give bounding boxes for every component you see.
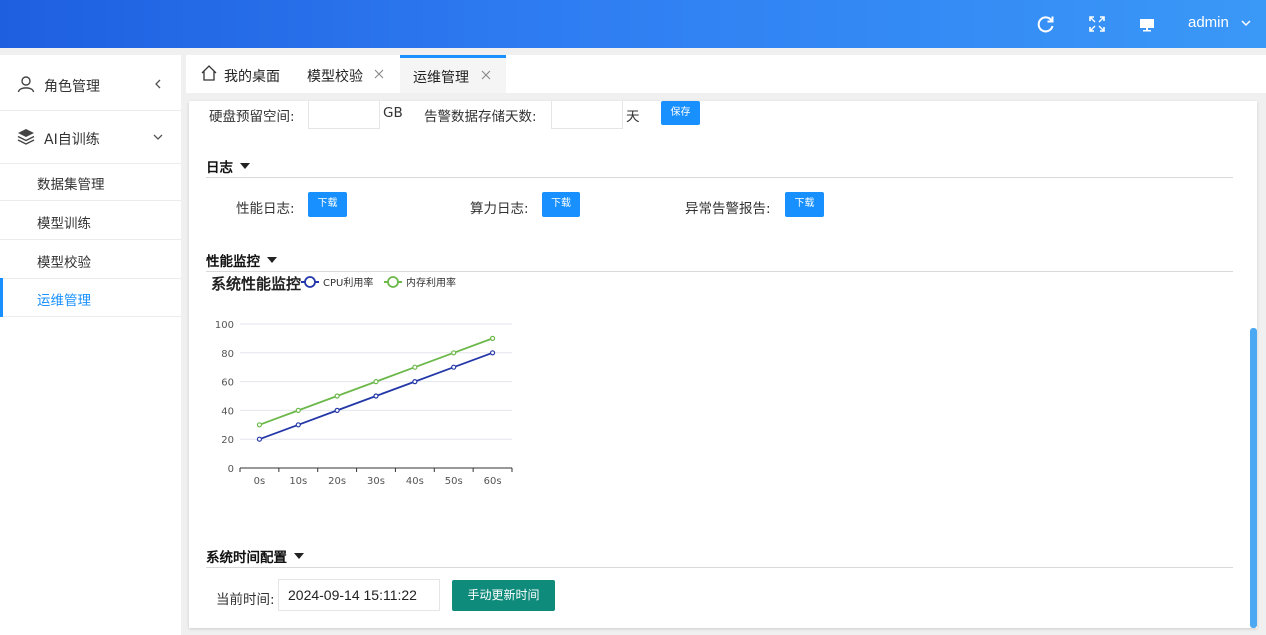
- refresh-icon[interactable]: [1036, 14, 1056, 34]
- caret-down-icon: [267, 257, 277, 263]
- x-tick-label: 0s: [254, 476, 266, 487]
- chart-series: [256, 335, 496, 442]
- data-point: [489, 335, 496, 342]
- x-tick-label: 40s: [406, 476, 424, 487]
- content-scrollbar[interactable]: [1250, 328, 1257, 628]
- data-point: [373, 393, 379, 399]
- user-icon: [17, 76, 35, 93]
- y-tick-label: 80: [221, 349, 234, 360]
- data-point: [295, 422, 301, 428]
- alarm-days-unit: 天: [626, 109, 640, 125]
- legend-label: CPU利用率: [323, 276, 373, 289]
- sidebar-item-label: 数据集管理: [37, 177, 105, 193]
- sidebar-item-label: AI自训练: [44, 132, 100, 148]
- sidebar-item-model-validation[interactable]: 模型校验: [0, 240, 181, 279]
- section-title: 系统时间配置: [206, 550, 287, 566]
- x-tick-label: 20s: [328, 476, 346, 487]
- chart-title: 系统性能监控: [211, 275, 301, 293]
- close-icon[interactable]: [481, 70, 491, 80]
- tab-label: 运维管理: [413, 70, 469, 86]
- sidebar-item-label: 模型训练: [37, 216, 91, 232]
- x-tick-label: 60s: [484, 476, 502, 487]
- current-time-input[interactable]: 2024-09-14 15:11:22: [278, 579, 440, 611]
- sidebar-item-label: 角色管理: [44, 79, 100, 95]
- tab-bar: 我的桌面 模型校验 运维管理: [186, 55, 1266, 93]
- tab-my-desktop[interactable]: 我的桌面: [196, 55, 296, 93]
- disk-reserve-input[interactable]: [308, 101, 380, 129]
- y-tick-label: 60: [221, 378, 234, 389]
- sidebar-item-role-management[interactable]: 角色管理: [0, 58, 181, 111]
- sidebar-item-datasets[interactable]: 数据集管理: [0, 162, 181, 201]
- data-point: [412, 364, 418, 370]
- sidebar-item-ops-management[interactable]: 运维管理: [0, 278, 181, 317]
- chevron-down-icon: [153, 134, 163, 140]
- alarm-days-label: 告警数据存储天数:: [424, 109, 537, 125]
- close-icon[interactable]: [374, 69, 384, 79]
- caret-down-icon: [240, 163, 250, 169]
- tab-label: 模型校验: [307, 69, 363, 85]
- caret-down-icon: [294, 553, 304, 559]
- layers-icon: [17, 129, 35, 145]
- chevron-left-icon: [155, 79, 161, 89]
- data-point: [412, 378, 418, 385]
- data-point: [489, 350, 496, 356]
- tab-ops-management[interactable]: 运维管理: [400, 55, 506, 93]
- x-tick-label: 50s: [445, 476, 463, 487]
- x-tick-label: 10s: [289, 476, 307, 487]
- update-time-button[interactable]: 手动更新时间: [452, 580, 555, 611]
- perf-log-label: 性能日志:: [236, 201, 295, 217]
- data-point: [451, 364, 457, 370]
- alarm-days-input[interactable]: [551, 101, 623, 129]
- current-time-label: 当前时间:: [216, 592, 275, 608]
- home-icon: [201, 65, 217, 81]
- log-section-header[interactable]: 日志: [206, 153, 1233, 178]
- chart-axes: 0 20 40 60 80 100 0s 10s 20s 30s 40s 50s 60s: [215, 320, 513, 487]
- sidebar: 角色管理 AI自训练 数据集管理 模型训练 模型校验 运维管理: [0, 55, 181, 635]
- sidebar-item-label: 运维管理: [37, 293, 91, 309]
- data-point: [256, 422, 263, 428]
- y-tick-label: 100: [215, 320, 234, 331]
- compute-log-download-button[interactable]: 下载: [542, 192, 580, 217]
- data-point: [451, 350, 457, 356]
- chart-legend: CPU利用率 内存利用率: [301, 276, 456, 289]
- y-tick-label: 40: [221, 406, 234, 417]
- ops-content-card: 硬盘预留空间: GB 告警数据存储天数: 天 保存 日志 性能日志: 下载 算力…: [189, 101, 1257, 628]
- alarm-report-label: 异常告警报告:: [685, 201, 771, 217]
- top-header: admin: [0, 0, 1266, 48]
- fullscreen-icon[interactable]: [1087, 14, 1107, 34]
- user-menu[interactable]: admin: [1188, 14, 1229, 31]
- section-title: 日志: [206, 160, 233, 176]
- performance-chart: 系统性能监控 CPU利用率 内存利用率 0 20 40 60 80 100 0s 10s 20s 3…: [211, 275, 513, 487]
- chevron-down-icon[interactable]: [1240, 17, 1252, 29]
- legend-marker: [387, 276, 399, 288]
- section-title: 性能监控: [206, 254, 260, 270]
- tab-model-validation[interactable]: 模型校验: [298, 55, 394, 93]
- sidebar-item-label: 模型校验: [37, 255, 91, 271]
- data-point: [295, 407, 301, 413]
- time-section-header[interactable]: 系统时间配置: [206, 543, 1233, 568]
- sidebar-item-ai-training[interactable]: AI自训练: [0, 111, 181, 164]
- perf-log-download-button[interactable]: 下载: [308, 192, 347, 217]
- disk-unit-label: GB: [383, 105, 403, 121]
- compute-log-label: 算力日志:: [470, 201, 529, 217]
- legend-marker: [304, 276, 316, 288]
- data-point: [334, 407, 340, 413]
- y-tick-label: 0: [228, 464, 234, 475]
- data-point: [373, 378, 379, 385]
- data-point: [334, 393, 340, 399]
- alarm-report-download-button[interactable]: 下载: [785, 192, 824, 217]
- save-button[interactable]: 保存: [661, 101, 700, 125]
- x-tick-label: 30s: [367, 476, 385, 487]
- monitor-icon[interactable]: [1137, 14, 1157, 34]
- legend-label: 内存利用率: [406, 276, 456, 289]
- data-point: [256, 436, 263, 442]
- sidebar-item-model-training[interactable]: 模型训练: [0, 201, 181, 240]
- disk-reserve-label: 硬盘预留空间:: [209, 109, 295, 125]
- y-tick-label: 20: [221, 435, 234, 446]
- tab-label: 我的桌面: [224, 69, 280, 85]
